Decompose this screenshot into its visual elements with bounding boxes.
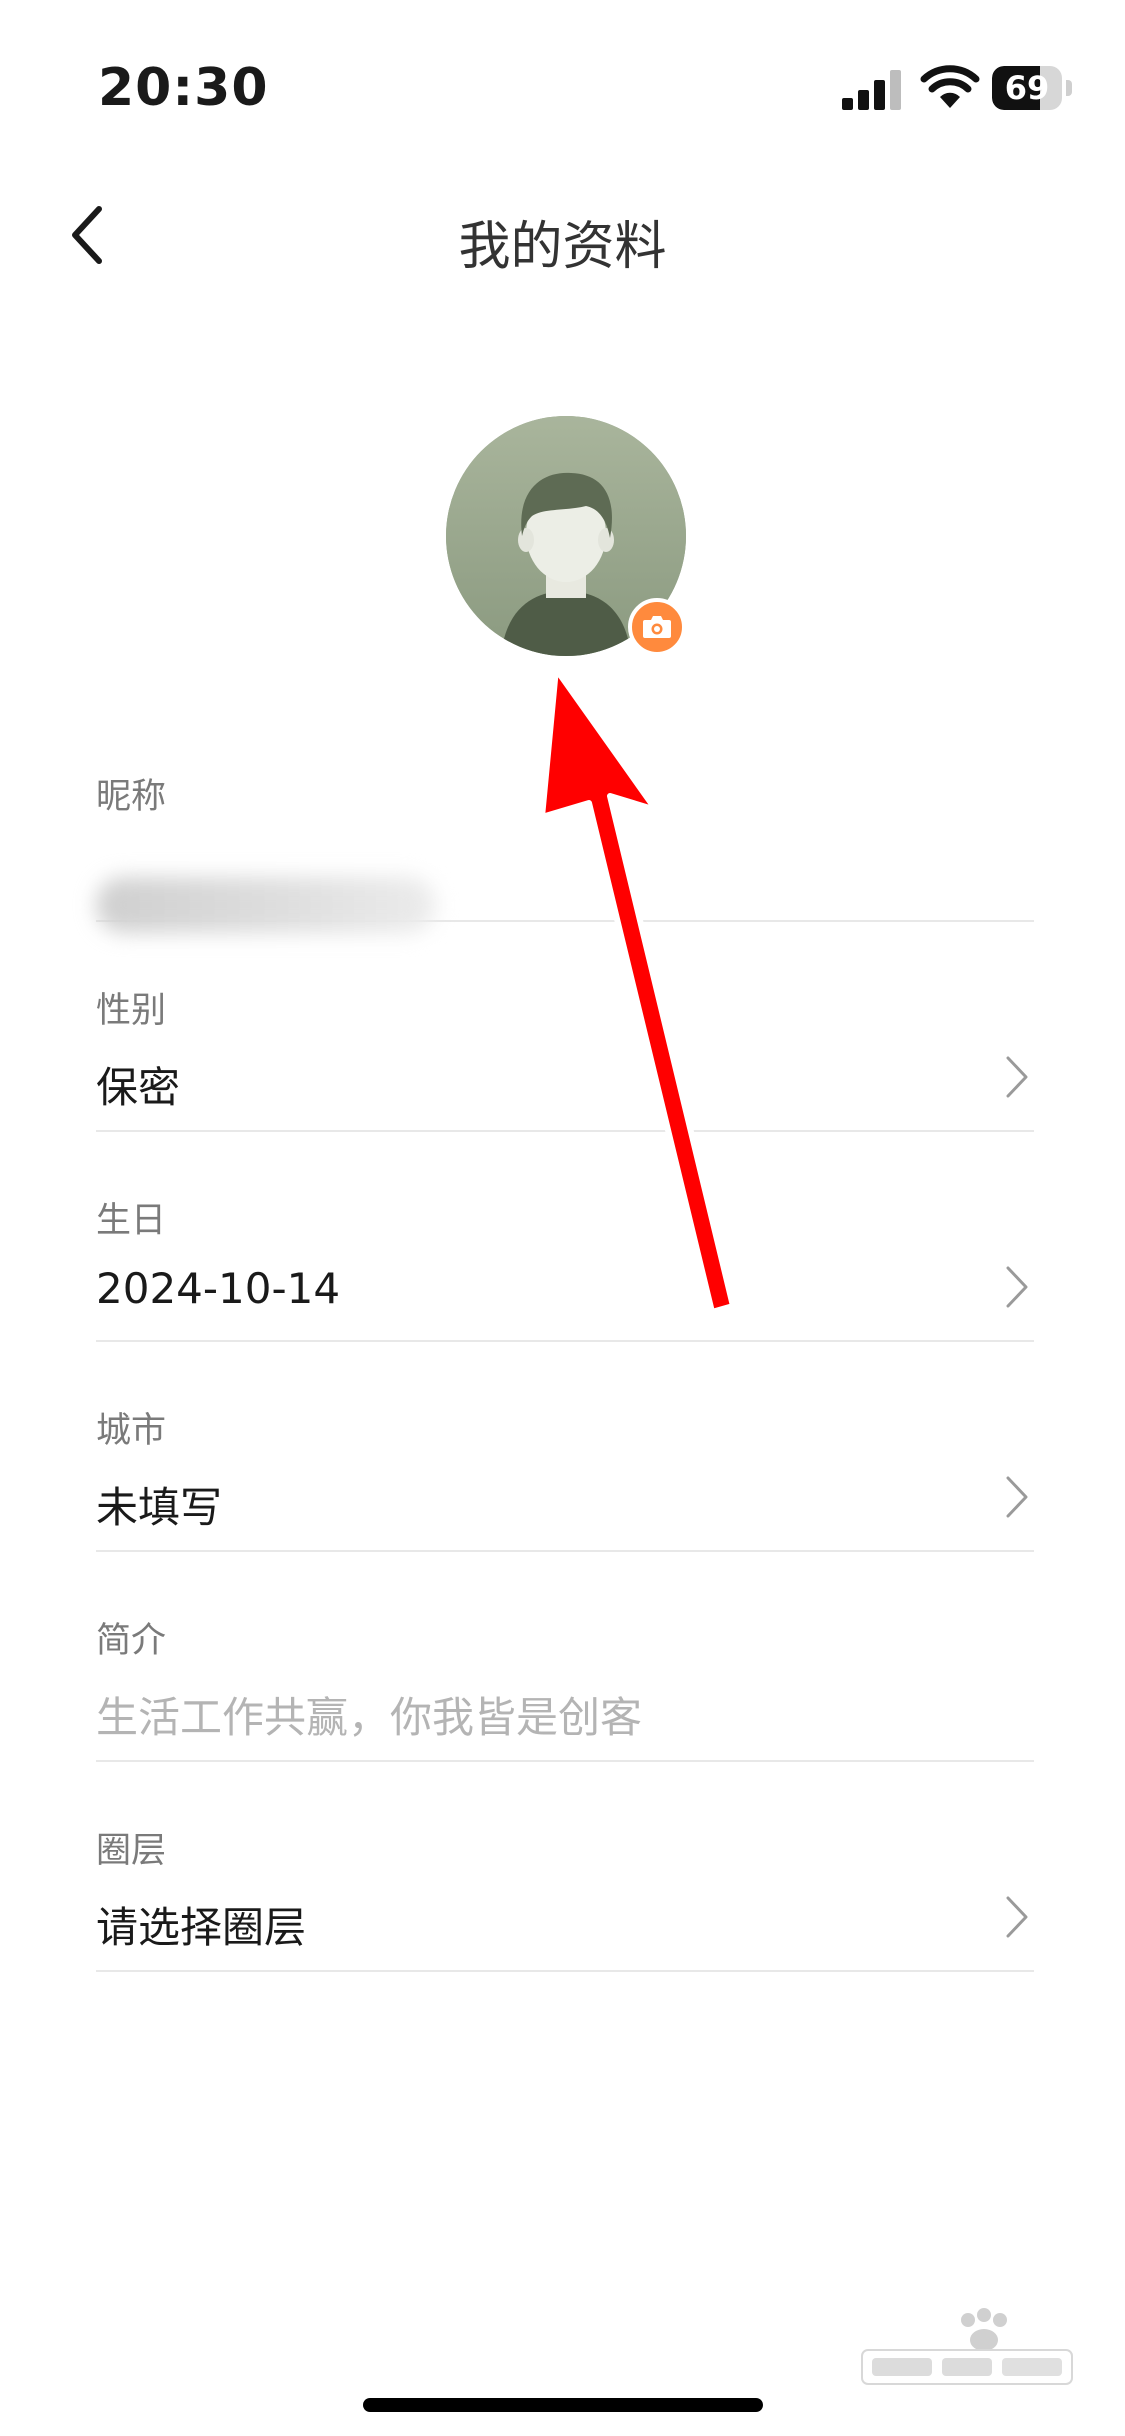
city-label: 城市: [96, 1411, 167, 1451]
circle-label: 圈层: [96, 1831, 167, 1871]
chevron-right-icon: [1006, 1266, 1028, 1308]
baidu-jingyan-logo: [861, 2308, 1073, 2385]
home-indicator[interactable]: [363, 2398, 763, 2412]
chevron-right-icon: [1006, 1056, 1028, 1098]
gender-row[interactable]: 性别 保密: [96, 920, 1034, 1132]
chevron-right-icon: [1006, 1896, 1028, 1938]
birthday-value: 2024-10-14: [96, 1264, 341, 1313]
battery-level: 69: [1004, 69, 1050, 107]
gender-label: 性别: [96, 991, 167, 1031]
battery-icon: 69: [992, 66, 1072, 110]
gender-value: 保密: [96, 1063, 181, 1112]
signal-icon: [842, 70, 901, 110]
bio-row[interactable]: 简介 生活工作共赢，你我皆是创客: [96, 1550, 1034, 1762]
chevron-right-icon: [1006, 1476, 1028, 1518]
page-title: 我的资料: [458, 217, 667, 277]
city-value: 未填写: [96, 1483, 223, 1532]
circle-row[interactable]: 圈层 请选择圈层: [96, 1760, 1034, 1972]
nickname-row[interactable]: 昵称: [96, 742, 1034, 933]
circle-value: 请选择圈层: [96, 1903, 307, 1952]
bio-label: 简介: [96, 1621, 167, 1661]
camera-badge[interactable]: [628, 598, 686, 656]
status-time: 20:30: [98, 58, 269, 118]
camera-icon: [643, 616, 671, 638]
bio-input[interactable]: 生活工作共赢，你我皆是创客: [96, 1684, 642, 1745]
wifi-icon: [920, 65, 980, 108]
nickname-label: 昵称: [96, 777, 167, 817]
birthday-label: 生日: [96, 1201, 167, 1241]
city-row[interactable]: 城市 未填写: [96, 1340, 1034, 1552]
birthday-row[interactable]: 生日 2024-10-14: [96, 1130, 1034, 1342]
